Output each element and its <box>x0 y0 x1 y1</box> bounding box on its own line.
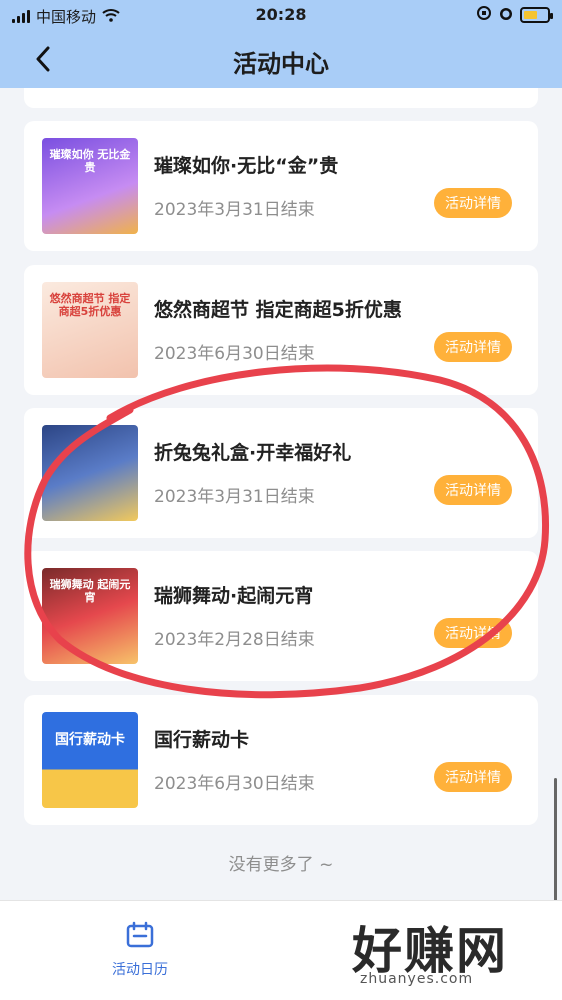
activity-card[interactable]: 国行薪动卡 国行薪动卡 2023年6月30日结束 活动详情 <box>24 695 538 825</box>
activity-detail-button[interactable]: 活动详情 <box>434 332 512 362</box>
activity-thumbnail: 国行薪动卡 <box>42 712 138 808</box>
activity-card[interactable]: 悠然商超节 指定商超5折优惠 悠然商超节 指定商超5折优惠 2023年6月30日… <box>24 265 538 395</box>
rotation-lock-icon <box>476 5 492 25</box>
activity-card[interactable]: 瑞狮舞动 起闹元宵 瑞狮舞动·起闹元宵 2023年2月28日结束 活动详情 <box>24 551 538 681</box>
activity-end-date: 2023年6月30日结束 <box>154 774 315 794</box>
tab-label: 活动日历 <box>112 962 168 978</box>
activity-end-date: 2023年2月28日结束 <box>154 630 315 650</box>
activity-list[interactable]: 璀璨如你 无比金贵 璀璨如你·无比“金”贵 2023年3月31日结束 活动详情 … <box>0 88 562 900</box>
activity-end-date: 2023年6月30日结束 <box>154 344 315 364</box>
activity-thumbnail: 瑞狮舞动 起闹元宵 <box>42 568 138 664</box>
activity-end-date: 2023年3月31日结束 <box>154 200 315 220</box>
activity-title: 瑞狮舞动·起闹元宵 <box>154 585 314 607</box>
activity-end-date: 2023年3月31日结束 <box>154 487 315 507</box>
activity-card[interactable]: 折兔兔礼盒·开幸福好礼 2023年3月31日结束 活动详情 <box>24 408 538 538</box>
calendar-icon <box>126 921 154 948</box>
activity-detail-button[interactable]: 活动详情 <box>434 188 512 218</box>
watermark-url: zhuanyes.com <box>360 971 474 987</box>
activity-card[interactable]: 璀璨如你 无比金贵 璀璨如你·无比“金”贵 2023年3月31日结束 活动详情 <box>24 121 538 251</box>
battery-icon <box>520 7 553 23</box>
alarm-icon <box>498 5 514 25</box>
page-title: 活动中心 <box>233 50 329 78</box>
activity-detail-button[interactable]: 活动详情 <box>434 475 512 505</box>
activity-card-partial[interactable] <box>24 88 538 108</box>
activity-detail-button[interactable]: 活动详情 <box>434 762 512 792</box>
activity-title: 璀璨如你·无比“金”贵 <box>154 155 339 177</box>
bottom-tab-bar: 活动日历 好赚网 zhuanyes.com <box>0 900 562 1000</box>
tab-activity-calendar[interactable]: 活动日历 <box>100 921 180 979</box>
nav-header: 活动中心 <box>0 30 562 88</box>
status-bar: 中国移动 20:28 <box>0 0 562 30</box>
activity-title: 悠然商超节 指定商超5折优惠 <box>154 299 402 321</box>
scrollbar[interactable] <box>554 778 557 904</box>
activity-thumbnail: 悠然商超节 指定商超5折优惠 <box>42 282 138 378</box>
no-more-text: 没有更多了 ~ <box>228 855 334 875</box>
activity-thumbnail: 璀璨如你 无比金贵 <box>42 138 138 234</box>
activity-title: 折兔兔礼盒·开幸福好礼 <box>154 442 352 464</box>
activity-detail-button[interactable]: 活动详情 <box>434 618 512 648</box>
activity-title: 国行薪动卡 <box>154 729 250 751</box>
activity-thumbnail <box>42 425 138 521</box>
